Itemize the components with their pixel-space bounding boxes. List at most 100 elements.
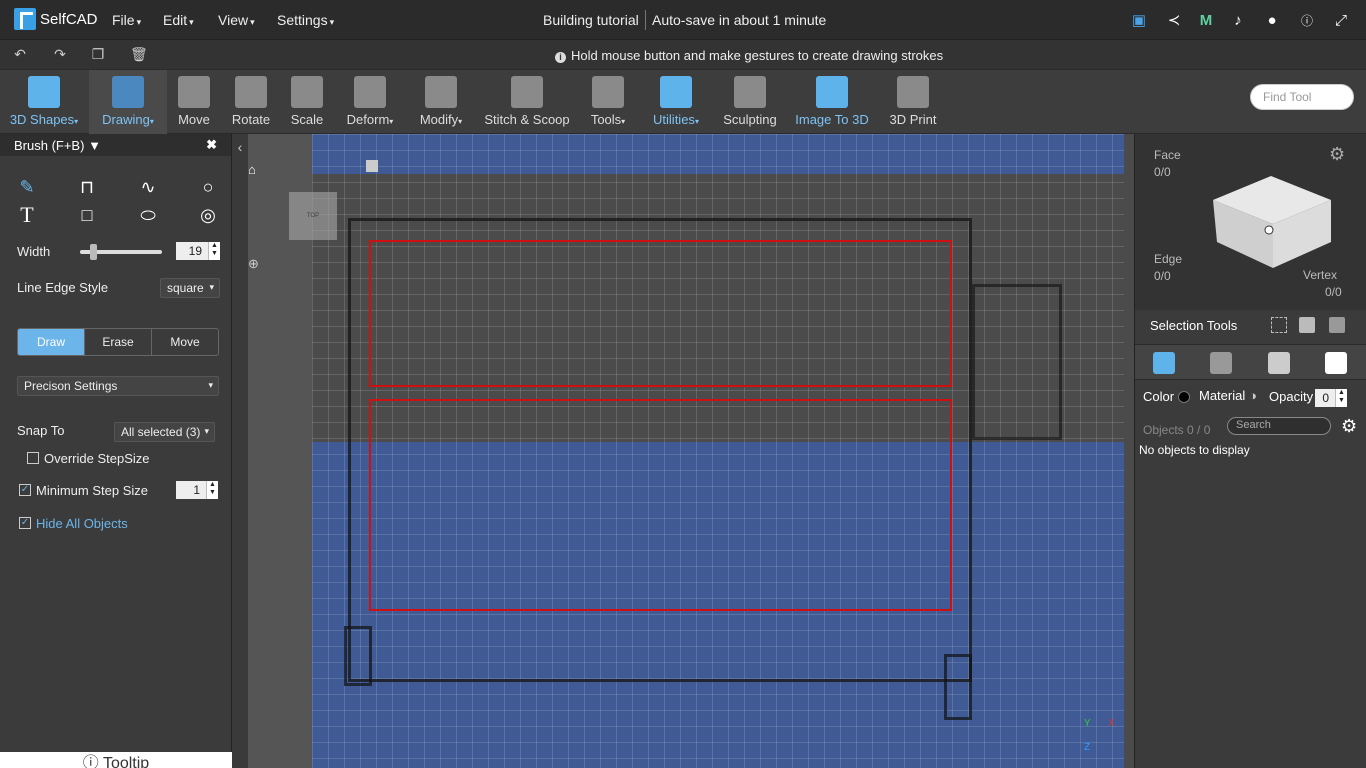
- draw-button[interactable]: Draw: [18, 329, 85, 355]
- tool-label: Stitch & Scoop: [484, 112, 570, 127]
- hide-all-checkbox[interactable]: ✓: [19, 517, 31, 529]
- line-edge-select[interactable]: square: [160, 278, 220, 298]
- brush-panel: Brush (F+B) ▼ ✖ ✎ ⊓ ∿ ○ T □ ⬭ ◎ Width 19…: [0, 134, 232, 768]
- menu-file[interactable]: File: [112, 12, 141, 28]
- pivot-handle-icon[interactable]: [366, 160, 378, 172]
- circle-icon[interactable]: ○: [197, 176, 219, 198]
- hide-all-label[interactable]: Hide All Objects: [36, 516, 128, 531]
- tool-deform[interactable]: Deform▾: [340, 70, 400, 134]
- home-icon[interactable]: ⌂: [248, 162, 262, 177]
- select-cube-icon[interactable]: [1299, 317, 1315, 333]
- tool-sculpting[interactable]: Sculpting: [720, 70, 780, 134]
- text-icon[interactable]: T: [16, 204, 38, 226]
- rectangle-icon[interactable]: □: [76, 204, 98, 226]
- tool-scale[interactable]: Scale: [284, 70, 330, 134]
- brush-icon[interactable]: ✎: [16, 176, 38, 198]
- solid-view-icon[interactable]: [1153, 352, 1175, 374]
- override-checkbox[interactable]: [27, 452, 39, 464]
- material-icon[interactable]: ◑: [1249, 388, 1257, 403]
- panel-header: Brush (F+B) ▼ ✖: [0, 134, 231, 156]
- min-step-value: 1: [193, 483, 200, 497]
- stepper-arrows-icon[interactable]: ▲ ▼: [208, 242, 220, 260]
- selection-cube-icon[interactable]: [1213, 176, 1331, 268]
- erase-button[interactable]: Erase: [85, 329, 152, 355]
- min-step-checkbox[interactable]: ✓: [19, 484, 31, 496]
- panel-title[interactable]: Brush (F+B): [14, 138, 84, 153]
- tool-utilities[interactable]: Utilities▾: [648, 70, 704, 134]
- tool-label: 3D Print: [889, 112, 937, 127]
- wireframe-view-icon[interactable]: [1210, 352, 1232, 374]
- tool-stitch-scoop[interactable]: Stitch & Scoop: [482, 70, 572, 134]
- tool-3d-print[interactable]: 3D Print: [886, 70, 940, 134]
- image-to-3d-icon: [816, 76, 848, 108]
- cube-icon: [28, 76, 60, 108]
- tooltip-bar[interactable]: ⓘ Tooltip: [0, 752, 232, 768]
- tool-rotate[interactable]: Rotate: [226, 70, 276, 134]
- select-solid-icon[interactable]: [1329, 317, 1345, 333]
- snap-to-select[interactable]: All selected (3): [114, 422, 215, 442]
- info-icon[interactable]: ⓘ: [1298, 12, 1316, 30]
- bell-icon[interactable]: ♪: [1229, 12, 1247, 30]
- line-edge-label: Line Edge Style: [17, 280, 109, 295]
- opacity-stepper[interactable]: 0 ▲ ▼: [1315, 389, 1347, 407]
- share-icon[interactable]: ≺: [1165, 12, 1183, 30]
- hint-text: Hold mouse button and make gestures to c…: [571, 48, 944, 63]
- target-icon[interactable]: ⊕: [248, 256, 262, 271]
- selection-tools-label: Selection Tools: [1150, 318, 1238, 333]
- tool-image-to-3d[interactable]: Image To 3D: [795, 70, 869, 134]
- menu-edit[interactable]: Edit: [163, 12, 194, 28]
- transparent-view-icon[interactable]: [1325, 352, 1347, 374]
- stepper-arrows-icon[interactable]: ▲ ▼: [206, 481, 218, 499]
- main-toolbar: 3D Shapes▾ Drawing▾ Move Rotate Scale De…: [0, 70, 1366, 134]
- project-name[interactable]: Building tutorial: [543, 12, 639, 28]
- color-swatch[interactable]: [1178, 391, 1190, 403]
- user-icon[interactable]: ●: [1263, 12, 1281, 30]
- selected-rectangle[interactable]: [369, 399, 952, 611]
- empty-objects-message: No objects to display: [1139, 443, 1250, 457]
- m-icon[interactable]: M: [1197, 12, 1215, 30]
- tool-modify[interactable]: Modify▾: [412, 70, 470, 134]
- box-select-icon[interactable]: [1271, 317, 1287, 333]
- find-tool-input[interactable]: Find Tool: [1250, 84, 1354, 110]
- ellipse-icon[interactable]: ⬭: [137, 204, 159, 226]
- fullscreen-icon[interactable]: ⤢: [1332, 12, 1350, 30]
- selfcad-logo[interactable]: SelfCAD: [14, 8, 98, 30]
- precision-settings-dropdown[interactable]: Precison Settings: [17, 376, 219, 396]
- tool-drawing[interactable]: Drawing▾: [89, 70, 167, 134]
- objects-search-input[interactable]: Search: [1227, 417, 1331, 435]
- tool-tools[interactable]: Tools▾: [586, 70, 630, 134]
- close-icon[interactable]: ✖: [206, 137, 217, 153]
- mixed-view-icon[interactable]: [1268, 352, 1290, 374]
- collapse-panel-icon[interactable]: ‹: [232, 134, 248, 160]
- undo-icon[interactable]: ↶: [12, 46, 28, 62]
- move-points-button[interactable]: Move Points: [152, 329, 218, 355]
- tool-3d-shapes[interactable]: 3D Shapes▾: [0, 70, 88, 134]
- tool-label: Utilities: [653, 112, 695, 127]
- gear-icon[interactable]: ⚙: [1341, 416, 1357, 437]
- trash-icon[interactable]: 🗑: [130, 46, 148, 62]
- slider-knob[interactable]: [90, 244, 97, 260]
- tool-label: Deform: [346, 112, 390, 127]
- copy-icon[interactable]: ❐: [90, 46, 106, 62]
- gear-icon[interactable]: ⚙: [1329, 144, 1345, 165]
- ring-icon[interactable]: ◎: [197, 204, 219, 226]
- save-icon[interactable]: ▣: [1130, 12, 1148, 30]
- width-stepper[interactable]: 19 ▲ ▼: [176, 242, 220, 260]
- width-slider[interactable]: [80, 244, 162, 260]
- chevron-down-icon[interactable]: ▼: [88, 138, 101, 153]
- selected-rectangle[interactable]: [369, 240, 952, 387]
- vertex-count: 0/0: [1325, 285, 1342, 299]
- square-wave-icon[interactable]: ⊓: [76, 176, 98, 198]
- quick-actions-bar: ↶ ↷ ❐ 🗑 i Hold mouse button and make gest…: [0, 40, 1366, 70]
- redo-icon[interactable]: ↷: [52, 46, 68, 62]
- 3d-viewport[interactable]: TOP ⌂ ⊕ Y X Z: [248, 134, 1134, 768]
- stepper-arrows-icon[interactable]: ▲ ▼: [1335, 389, 1347, 407]
- vertex-label: Vertex: [1303, 268, 1338, 282]
- menu-settings[interactable]: Settings: [277, 12, 334, 28]
- menu-view[interactable]: View: [218, 12, 255, 28]
- face-count: 0/0: [1154, 165, 1171, 179]
- view-cube-top[interactable]: TOP: [289, 192, 337, 240]
- tool-move[interactable]: Move: [170, 70, 218, 134]
- curve-icon[interactable]: ∿: [137, 176, 159, 198]
- min-step-stepper[interactable]: 1 ▲ ▼: [176, 481, 218, 499]
